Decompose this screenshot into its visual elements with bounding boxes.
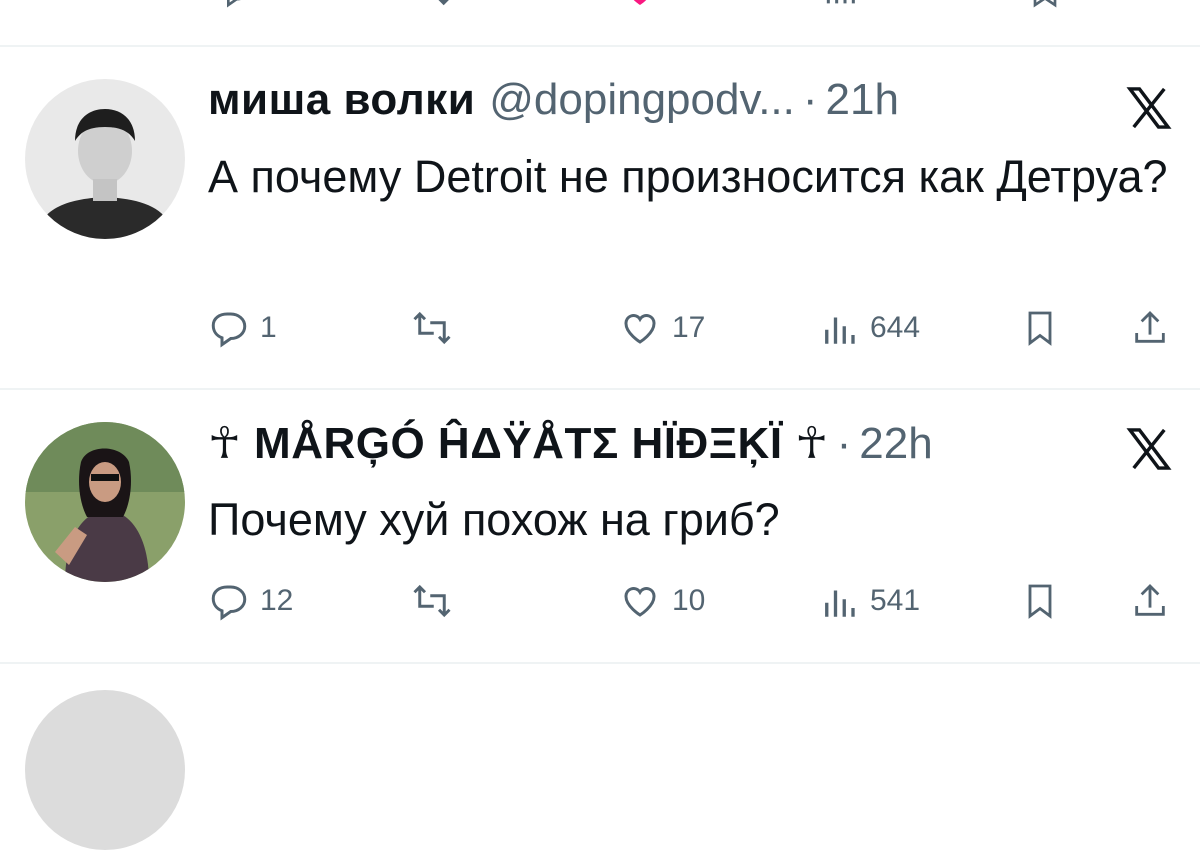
reply-icon — [208, 307, 250, 349]
avatar[interactable] — [25, 79, 185, 239]
display-name[interactable]: миша волки — [208, 75, 475, 125]
views-count: 541 — [870, 584, 921, 617]
views-button[interactable]: 644 — [818, 307, 920, 349]
bookmark-icon — [1020, 307, 1060, 349]
tweet-actions: 1 17 644 — [208, 307, 1178, 351]
retweet-button[interactable] — [408, 580, 456, 622]
tweet[interactable]: миша волки @dopingpodv... · 21h А почему… — [0, 47, 1200, 387]
like-button[interactable]: 10 — [618, 580, 705, 622]
like-icon — [618, 580, 662, 622]
views-count: 644 — [870, 311, 921, 344]
views-icon — [818, 307, 860, 349]
avatar[interactable] — [25, 422, 185, 582]
reply-count: 12 — [260, 584, 294, 617]
user-handle[interactable]: @dopingpodv... — [489, 75, 795, 125]
next-tweet-avatar[interactable] — [25, 690, 185, 850]
like-button[interactable]: 17 — [618, 307, 705, 349]
bookmark-icon — [1020, 580, 1060, 622]
separator-dot: · — [802, 75, 818, 124]
retweet-icon — [408, 307, 456, 349]
views-icon — [818, 580, 860, 622]
separator-dot: · — [836, 419, 852, 468]
share-button[interactable] — [1130, 580, 1170, 622]
views-icon[interactable] — [820, 0, 860, 10]
display-name[interactable]: ☥ MÅRĢÓ ĤΔŸÅTΣ HÏÐΞĶÏ ☥ — [208, 418, 829, 469]
timestamp[interactable]: 22h — [859, 419, 932, 469]
share-button[interactable] — [1130, 307, 1170, 349]
bookmark-button[interactable] — [1020, 580, 1060, 622]
grok-x-icon[interactable] — [1126, 87, 1172, 129]
like-count: 17 — [672, 311, 706, 344]
like-count: 10 — [672, 584, 706, 617]
tweet-text: А почему Detroit не произносится как Дет… — [208, 151, 1168, 202]
tweet-actions: 12 10 541 — [208, 580, 1178, 624]
tweet[interactable]: ☥ MÅRĢÓ ĤΔŸÅTΣ HÏÐΞĶÏ ☥ · 22h Почему хуй… — [0, 390, 1200, 662]
views-button[interactable]: 541 — [818, 580, 920, 622]
tweet-text: Почему хуй похож на гриб? — [208, 494, 780, 545]
tweet-divider — [0, 662, 1200, 664]
previous-tweet-actions — [0, 0, 1200, 10]
like-icon — [618, 307, 662, 349]
retweet-icon — [408, 580, 456, 622]
share-icon — [1130, 307, 1170, 349]
share-icon — [1130, 580, 1170, 622]
reply-icon[interactable] — [215, 0, 255, 10]
reply-button[interactable]: 1 — [208, 307, 277, 349]
reply-count: 1 — [260, 311, 277, 344]
reply-icon — [208, 580, 250, 622]
bookmark-button[interactable] — [1020, 307, 1060, 349]
bookmark-icon[interactable] — [1025, 0, 1065, 10]
grok-x-icon[interactable] — [1126, 428, 1172, 470]
reply-button[interactable]: 12 — [208, 580, 293, 622]
retweet-icon[interactable] — [410, 0, 454, 10]
timestamp[interactable]: 21h — [826, 75, 899, 125]
like-icon[interactable] — [620, 0, 660, 10]
retweet-button[interactable] — [408, 307, 456, 349]
